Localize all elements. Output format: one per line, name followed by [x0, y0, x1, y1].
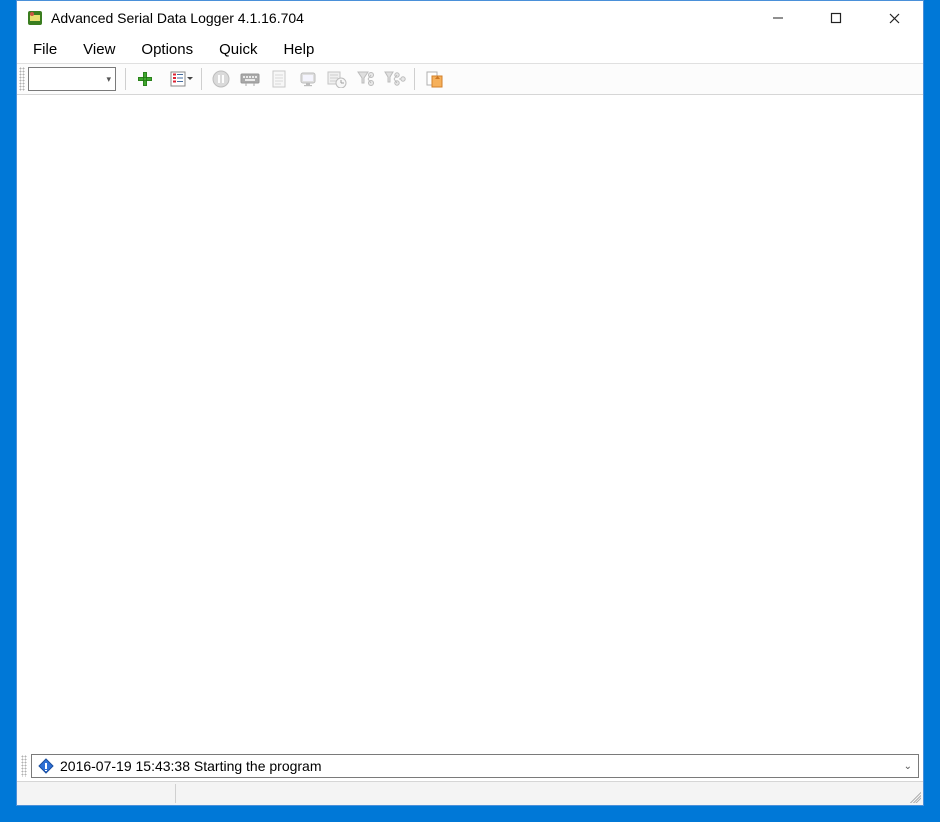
- list-dropdown-button[interactable]: [160, 65, 196, 93]
- status-log-bar: 2016-07-19 15:43:38 Starting the program…: [17, 751, 923, 781]
- plus-icon: [136, 70, 154, 88]
- filter-chain-icon: [384, 70, 406, 88]
- app-window: Advanced Serial Data Logger 4.1.16.704 F…: [16, 0, 924, 806]
- window-controls: [749, 1, 923, 35]
- menu-help[interactable]: Help: [271, 38, 326, 61]
- toolbar: [17, 63, 923, 95]
- clock-settings-icon: [327, 70, 347, 88]
- app-icon: [25, 8, 45, 28]
- menu-view[interactable]: View: [71, 38, 127, 61]
- resize-grip[interactable]: [907, 789, 921, 803]
- window-title: Advanced Serial Data Logger 4.1.16.704: [45, 10, 749, 26]
- export-button[interactable]: [420, 65, 448, 93]
- toolbar-drag-handle[interactable]: [19, 67, 25, 91]
- maximize-button[interactable]: [807, 1, 865, 35]
- export-icon: [425, 70, 443, 88]
- filter-nodes-icon: [356, 70, 376, 88]
- keyboard-icon: [240, 70, 260, 88]
- status-log-combo[interactable]: 2016-07-19 15:43:38 Starting the program…: [31, 754, 919, 778]
- list-icon: [169, 70, 187, 88]
- toolbar-separator: [125, 68, 126, 90]
- add-button[interactable]: [131, 65, 159, 93]
- info-icon: [38, 758, 54, 774]
- main-content-area: [17, 95, 923, 751]
- titlebar: Advanced Serial Data Logger 4.1.16.704: [17, 1, 923, 35]
- monitor-button[interactable]: [294, 65, 322, 93]
- menubar: File View Options Quick Help: [17, 35, 923, 63]
- pause-button[interactable]: [207, 65, 235, 93]
- close-button[interactable]: [865, 1, 923, 35]
- statuslog-drag-handle[interactable]: [21, 755, 27, 777]
- config-select-combo[interactable]: [28, 67, 116, 91]
- status-log-text: 2016-07-19 15:43:38 Starting the program: [60, 758, 322, 774]
- statusbar-separator: [175, 784, 176, 803]
- minimize-button[interactable]: [749, 1, 807, 35]
- scheduler-button[interactable]: [323, 65, 351, 93]
- document-button[interactable]: [265, 65, 293, 93]
- toolbar-separator: [201, 68, 202, 90]
- menu-options[interactable]: Options: [129, 38, 205, 61]
- monitor-icon: [299, 70, 317, 88]
- pause-icon: [212, 70, 230, 88]
- statusbar: [17, 781, 923, 805]
- document-icon: [271, 70, 287, 88]
- filter-chain-button[interactable]: [381, 65, 409, 93]
- menu-file[interactable]: File: [21, 38, 69, 61]
- keyboard-button[interactable]: [236, 65, 264, 93]
- menu-quick[interactable]: Quick: [207, 38, 269, 61]
- filter-nodes-button[interactable]: [352, 65, 380, 93]
- toolbar-separator: [414, 68, 415, 90]
- chevron-down-icon: ⌄: [904, 761, 912, 772]
